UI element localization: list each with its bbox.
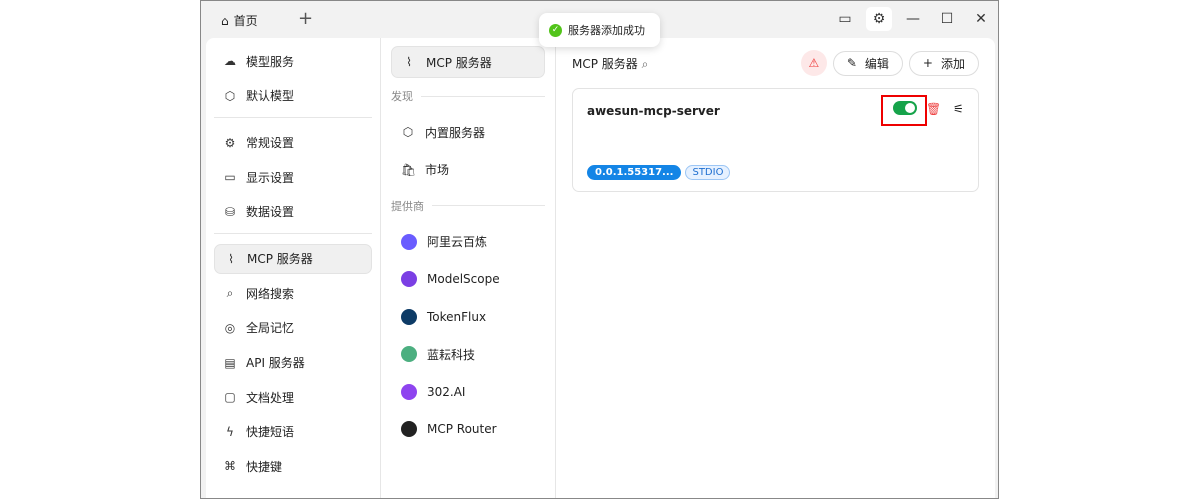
provider-logo-icon xyxy=(401,421,417,437)
edit-button[interactable]: ✎ 编辑 xyxy=(832,50,903,76)
sidebar-item-label: 快捷短语 xyxy=(246,425,295,440)
maximize-icon[interactable]: ☐ xyxy=(930,7,964,31)
add-button[interactable]: + 添加 xyxy=(908,50,979,76)
success-toast: ✓ 服务器添加成功 xyxy=(539,13,660,47)
tab-label: 首页 xyxy=(233,14,258,28)
sidebar-icon: ▭ xyxy=(224,170,236,185)
label: TokenFlux xyxy=(427,309,487,324)
provider-logo-icon xyxy=(401,233,417,250)
main-panel: MCP 服务器 ⌕ ⚠ ✎ 编辑 + 添加 awesun-mcp-server 🗑 … xyxy=(556,38,995,498)
sidebar-item-label: 常规设置 xyxy=(246,136,295,151)
divider xyxy=(214,116,372,118)
provider-logo-icon xyxy=(401,271,417,287)
sidebar-icon: ☁ xyxy=(224,54,236,68)
label: 蓝耘科技 xyxy=(427,347,476,362)
sidebar-item[interactable]: ▤ API 服务器 xyxy=(214,348,372,378)
sidebar-item[interactable]: ϟ 快捷短语 xyxy=(214,417,372,447)
sidebar-icon: ▢ xyxy=(224,390,236,405)
settings-sliders-icon[interactable]: ⚟ xyxy=(953,102,964,116)
sidebar-item-label: API 服务器 xyxy=(246,356,305,371)
search-icon[interactable]: ⌕ xyxy=(642,57,649,71)
provider-item[interactable]: TokenFlux xyxy=(391,299,545,335)
label: MCP Router xyxy=(427,422,497,436)
minimize-icon[interactable]: — xyxy=(896,7,930,31)
type-tag: STDIO xyxy=(685,165,731,180)
sidebar-item-label: 网络搜索 xyxy=(246,286,295,301)
sidebar-item[interactable]: ⚙ 常规设置 xyxy=(214,128,372,158)
sidebar-icon: ▤ xyxy=(224,355,236,370)
sidebar-item-label: MCP 服务器 xyxy=(247,252,313,267)
mcp-servers-nav[interactable]: ⌇ MCP 服务器 xyxy=(391,46,545,78)
sidebar-icon: ⌕ xyxy=(226,285,234,300)
provider-item[interactable]: 蓝耘科技 xyxy=(391,336,545,372)
sidebar-icon: ⛁ xyxy=(224,204,236,219)
server-enabled-toggle[interactable] xyxy=(893,101,917,115)
sidebar-item-label: 显示设置 xyxy=(246,170,295,185)
gear-icon[interactable]: ⚙ xyxy=(866,7,892,31)
discover-heading: 发现 xyxy=(391,88,545,104)
sidebar-icon: ⬡ xyxy=(224,88,236,103)
sidebar-item[interactable]: ⬡ 默认模型 xyxy=(214,81,372,111)
close-icon[interactable]: ✕ xyxy=(964,7,998,31)
page-title: MCP 服务器 ⌕ xyxy=(572,56,649,71)
check-circle-icon: ✓ xyxy=(549,23,562,37)
provider-logo-icon xyxy=(401,346,417,362)
provider-logo-icon xyxy=(401,308,417,325)
sidebar-item-label: 模型服务 xyxy=(246,54,295,69)
home-icon: ⌂ xyxy=(221,13,229,28)
sidebar-icon: ⌘ xyxy=(224,459,236,474)
trash-icon[interactable]: 🗑 xyxy=(926,102,941,116)
settings-sidebar: ☁ 模型服务 ⬡ 默认模型 ⚙ 常规设置 ▭ 显示设置 ⛁ 数据设置 ⌇ MCP 服务器 ⌕ 网络搜索 ◎ 全… xyxy=(206,38,381,498)
plus-icon: + xyxy=(922,56,933,70)
server-card[interactable]: awesun-mcp-server 🗑 ⚟ 0.0.1.55317... STD… xyxy=(572,88,979,192)
provider-item[interactable]: 阿里云百炼 xyxy=(391,224,545,260)
label: 编辑 xyxy=(864,56,889,71)
discover-item[interactable]: 🛍 市场 xyxy=(391,152,545,188)
label: 阿里云百炼 xyxy=(427,235,488,249)
provider-item[interactable]: 302.AI xyxy=(391,374,545,410)
label: 市场 xyxy=(425,163,450,177)
sidebar-item-label: 全局记忆 xyxy=(246,321,295,336)
sidebar-icon: ⌇ xyxy=(228,251,234,266)
warning-button[interactable]: ⚠ xyxy=(800,50,827,76)
label: 内置服务器 xyxy=(425,125,486,140)
sidebar-item[interactable]: ▭ 显示设置 xyxy=(214,162,372,192)
pencil-icon: ✎ xyxy=(846,56,857,70)
divider xyxy=(214,232,372,234)
sidebar-icon: ◎ xyxy=(224,320,236,335)
sidebar-item-label: 快捷键 xyxy=(246,459,283,474)
sidebar-item-label: 文档处理 xyxy=(246,390,295,405)
mcp-sidebar: ⌇ MCP 服务器 发现 ⬡ 内置服务器 🛍 市场 提供商 阿里云百炼 ModelScop… xyxy=(381,38,556,498)
label: ModelScope xyxy=(427,272,500,286)
label: MCP 服务器 xyxy=(426,55,492,70)
app-window: ⌂ 首页 + ▭ ⚙ — ☐ ✕ ☁ 模型服务 ⬡ 默认模型 ⚙ 常规设置 ▭ 显示设置 ⛁ 数据设… xyxy=(200,0,999,499)
sidebar-item-label: 数据设置 xyxy=(246,205,295,220)
discover-icon: ⬡ xyxy=(402,125,414,139)
sidebar-item[interactable]: ⌘ 快捷键 xyxy=(214,451,372,481)
mcp-icon: ⌇ xyxy=(406,55,412,69)
sidebar-icon: ϟ xyxy=(226,424,234,439)
monitor-icon[interactable]: ▭ xyxy=(828,7,862,31)
tab-home[interactable]: ⌂ 首页 xyxy=(221,12,258,29)
sidebar-item-label: 默认模型 xyxy=(246,89,295,104)
provider-logo-icon xyxy=(401,383,417,400)
sidebar-item[interactable]: ◎ 全局记忆 xyxy=(214,313,372,343)
discover-item[interactable]: ⬡ 内置服务器 xyxy=(391,114,545,150)
sidebar-item[interactable]: ▢ 文档处理 xyxy=(214,382,372,412)
providers-heading: 提供商 xyxy=(391,198,545,214)
sidebar-item[interactable]: ☁ 模型服务 xyxy=(214,46,372,76)
provider-item[interactable]: MCP Router xyxy=(391,411,545,447)
sidebar-item[interactable]: ⛁ 数据设置 xyxy=(214,197,372,227)
label: 添加 xyxy=(940,56,965,71)
label: 302.AI xyxy=(427,384,466,399)
new-tab-button[interactable]: + xyxy=(298,8,313,29)
discover-icon: 🛍 xyxy=(401,162,417,177)
server-name: awesun-mcp-server xyxy=(587,104,720,118)
sidebar-icon: ⚙ xyxy=(224,135,236,150)
version-tag: 0.0.1.55317... xyxy=(587,165,682,180)
toast-message: 服务器添加成功 xyxy=(568,24,645,37)
provider-item[interactable]: ModelScope xyxy=(391,261,545,297)
sidebar-item[interactable]: ⌇ MCP 服务器 xyxy=(214,243,372,274)
sidebar-item[interactable]: ⌕ 网络搜索 xyxy=(214,278,372,308)
